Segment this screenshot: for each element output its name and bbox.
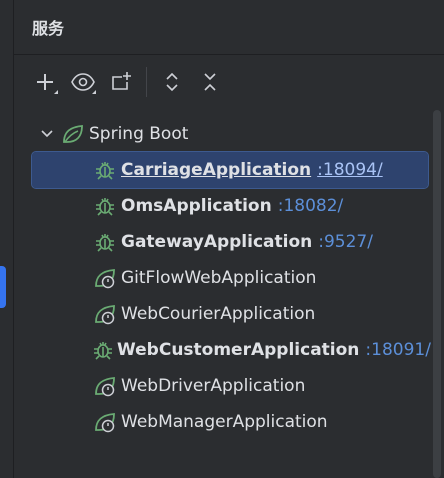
services-panel: 服务 Spring Boot CarriageApplication:1809… <box>14 0 444 478</box>
service-port-link[interactable]: :18091/ <box>365 340 431 360</box>
bug-running-icon <box>92 229 118 255</box>
vertical-scrollbar[interactable] <box>433 110 441 478</box>
service-item[interactable]: WebManagerApplication <box>32 404 428 440</box>
service-name: WebCustomerApplication <box>117 340 360 360</box>
bug-running-icon <box>92 337 114 363</box>
service-name: GatewayApplication <box>121 232 313 252</box>
service-name: CarriageApplication <box>121 160 312 180</box>
service-item[interactable]: CarriageApplication:18094/ <box>31 151 429 189</box>
plus-icon <box>37 74 53 90</box>
bug-running-icon <box>92 157 118 183</box>
spring-boot-stopped-icon <box>92 373 118 399</box>
new-tab-button[interactable] <box>106 67 136 97</box>
collapse-all-button[interactable] <box>195 67 225 97</box>
spring-boot-stopped-icon <box>92 301 118 327</box>
new-tab-icon <box>112 72 131 90</box>
service-port-link[interactable]: :18094/ <box>317 160 383 180</box>
services-toolbar <box>30 64 233 100</box>
spring-boot-icon <box>60 121 86 147</box>
service-port-link[interactable]: :18082/ <box>278 196 344 216</box>
service-list: CarriageApplication:18094/OmsApplication… <box>31 151 431 440</box>
dropdown-corner-icon <box>54 90 58 94</box>
collapse-icon <box>204 73 216 91</box>
service-name: WebManagerApplication <box>121 412 328 432</box>
chevron-down-icon[interactable] <box>34 129 60 139</box>
dropdown-corner-icon <box>92 90 96 94</box>
service-name: WebCourierApplication <box>121 304 316 324</box>
expand-icon <box>166 72 178 92</box>
service-item[interactable]: OmsApplication :18082/ <box>32 188 428 224</box>
tool-window-strip <box>0 0 14 478</box>
view-options-button[interactable] <box>68 67 98 97</box>
tree-group-label: Spring Boot <box>89 124 189 144</box>
service-item[interactable]: WebDriverApplication <box>32 368 428 404</box>
panel-title: 服务 <box>32 19 65 38</box>
services-tree: Spring Boot CarriageApplication:18094/Om… <box>31 116 431 440</box>
active-tool-indicator[interactable] <box>0 266 6 308</box>
spring-boot-stopped-icon <box>92 265 118 291</box>
eye-icon <box>71 73 95 91</box>
service-item[interactable]: GitFlowWebApplication <box>32 260 428 296</box>
service-item[interactable]: GatewayApplication:9527/ <box>32 224 428 260</box>
panel-header: 服务 <box>14 0 444 55</box>
spring-boot-stopped-icon <box>92 409 118 435</box>
toolbar-separator <box>146 67 147 97</box>
service-port-link[interactable]: :9527/ <box>318 232 373 252</box>
service-name: WebDriverApplication <box>121 376 306 396</box>
service-item[interactable]: WebCustomerApplication:18091/ <box>32 332 431 368</box>
service-name: GitFlowWebApplication <box>121 268 317 288</box>
bug-running-icon <box>92 193 118 219</box>
service-name: OmsApplication <box>121 196 272 216</box>
tree-group-spring-boot[interactable]: Spring Boot <box>32 116 428 152</box>
service-item[interactable]: WebCourierApplication <box>32 296 428 332</box>
expand-all-button[interactable] <box>157 67 187 97</box>
add-service-button[interactable] <box>30 67 60 97</box>
